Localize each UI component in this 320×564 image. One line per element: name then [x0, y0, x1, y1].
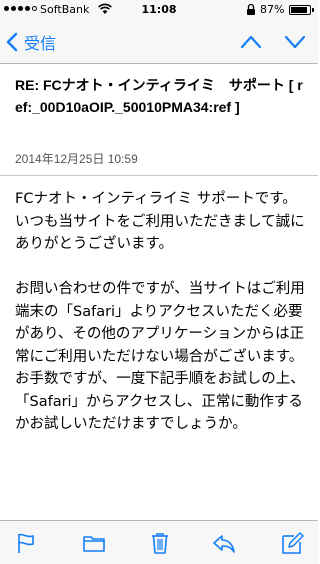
- compose-icon[interactable]: [280, 531, 304, 555]
- flag-icon[interactable]: [14, 531, 38, 555]
- battery-icon: [289, 5, 314, 15]
- folder-icon[interactable]: [82, 531, 106, 555]
- back-button-label: 受信: [24, 34, 57, 53]
- status-bar: SoftBank 11:08 87%: [0, 0, 318, 20]
- body-paragraph: お問い合わせの件ですが、当サイトはご利用端末の「Safari」よりアクセスいただ…: [15, 281, 305, 365]
- email-subject: RE: FCナオト・インティライミ サポート [ ref:_00D10aOIP.…: [15, 77, 303, 115]
- battery-fill: [291, 7, 307, 13]
- email-body: FCナオト・インティライミ サポートです。いつも当サイトをご利用いただきまして誠…: [15, 188, 307, 518]
- bottom-toolbar: [0, 520, 318, 564]
- navigation-bar: 受信: [0, 20, 318, 64]
- reply-icon[interactable]: [212, 531, 236, 555]
- battery-percent: 87%: [260, 3, 285, 16]
- previous-message-icon[interactable]: [240, 32, 262, 52]
- email-date: 2014年12月25日 10:59: [15, 152, 138, 166]
- email-header: RE: FCナオト・インティライミ サポート [ ref:_00D10aOIP.…: [0, 64, 318, 176]
- next-message-icon[interactable]: [284, 32, 306, 52]
- body-paragraph: お手数ですが、一度下記手順をお試しの上、「Safari」からアクセスし、正常に動…: [15, 371, 305, 432]
- trash-icon[interactable]: [148, 531, 172, 555]
- body-paragraph: FCナオト・インティライミ サポートです。: [15, 191, 297, 207]
- chevron-left-icon: [6, 32, 18, 52]
- rotation-lock-icon: [247, 3, 255, 15]
- body-paragraph: いつも当サイトをご利用いただきまして誠にありがとうございます。: [15, 213, 305, 253]
- back-to-inbox-button[interactable]: 受信: [6, 28, 56, 56]
